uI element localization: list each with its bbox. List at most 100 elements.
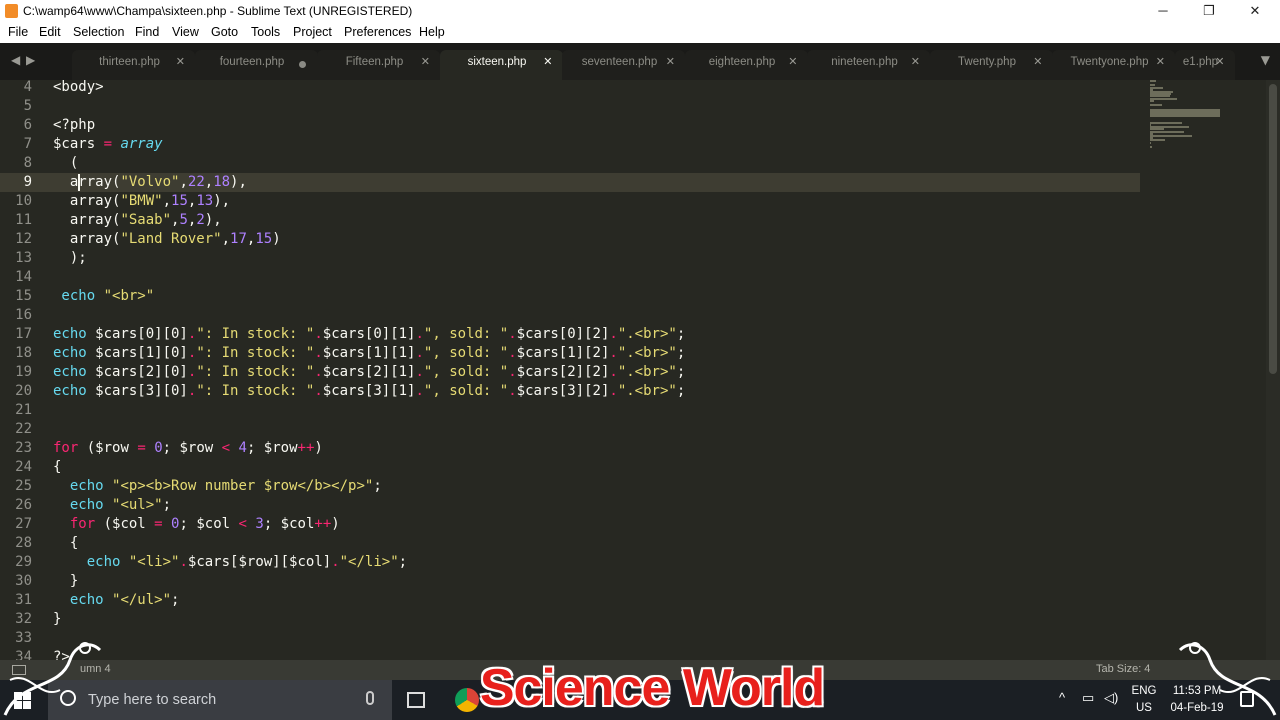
network-icon[interactable]: ▭	[1082, 690, 1094, 706]
line-number: 25	[15, 478, 32, 494]
code-line[interactable]: for ($col = 0; $col < 3; $col++)	[53, 515, 340, 534]
line-number: 8	[23, 155, 32, 171]
tab-twenty[interactable]: Twenty.php ✕	[929, 50, 1053, 80]
tab-close-icon[interactable]: ✕	[911, 55, 920, 68]
code-token: {	[53, 535, 79, 551]
tab-next-icon[interactable]: ▶	[26, 53, 35, 67]
code-line[interactable]: array("Volvo",22,18),	[53, 173, 247, 192]
volume-icon[interactable]: ◁)	[1104, 690, 1118, 706]
code-line[interactable]: echo $cars[0][0].": In stock: ".$cars[0]…	[53, 325, 685, 344]
code-line[interactable]: echo $cars[3][0].": In stock: ".$cars[3]…	[53, 382, 685, 401]
code-line[interactable]: echo "</ul>";	[53, 591, 180, 610]
minimap-line	[1150, 141, 1151, 144]
line-number: 29	[15, 554, 32, 570]
code-line[interactable]: }	[53, 572, 78, 591]
code-line[interactable]: <body>	[53, 80, 104, 97]
code-token: echo	[53, 383, 87, 399]
code-token: ;	[676, 383, 686, 399]
code-line[interactable]: echo "<li>".$cars[$row][$col]."</li>";	[53, 553, 407, 572]
menu-preferences[interactable]: Preferences	[344, 25, 411, 39]
scrollbar-thumb[interactable]	[1269, 84, 1277, 374]
line-number: 5	[23, 98, 32, 114]
tab-close-icon[interactable]: ✕	[788, 55, 797, 68]
code-token: )	[314, 440, 323, 456]
code-line[interactable]: (	[53, 154, 78, 173]
tab-bar: ◀ ▶ thirteen.php ✕ fourteen.php Fifteen.php…	[0, 43, 1280, 80]
menu-goto[interactable]: Goto	[211, 25, 238, 39]
code-line[interactable]: );	[53, 249, 87, 268]
code-line[interactable]: array("BMW",15,13),	[53, 192, 230, 211]
tab-close-icon[interactable]: ✕	[1156, 55, 1165, 68]
code-token: ".<br>"	[617, 364, 677, 380]
maximize-button[interactable]: ❐	[1199, 2, 1219, 20]
tab-close-icon[interactable]: ✕	[1033, 55, 1042, 68]
code-token: .	[331, 554, 340, 570]
code-token: .	[314, 326, 323, 342]
tab-close-icon[interactable]: ✕	[421, 55, 430, 68]
tab-fourteen[interactable]: fourteen.php	[194, 50, 318, 80]
code-line[interactable]: array("Land Rover",17,15)	[53, 230, 281, 249]
code-token: ),	[230, 174, 247, 190]
code-token: "BMW"	[120, 193, 163, 209]
code-line[interactable]: {	[53, 534, 78, 553]
tab-e1[interactable]: e1.php ✕	[1174, 50, 1235, 80]
language-indicator[interactable]: ENG US	[1130, 683, 1158, 717]
code-line[interactable]: for ($row = 0; $row < 4; $row++)	[53, 439, 323, 458]
tab-eighteen[interactable]: eighteen.php ✕	[684, 50, 808, 80]
minimize-button[interactable]: ─	[1153, 2, 1173, 20]
minimap[interactable]	[1146, 80, 1256, 200]
vertical-scrollbar[interactable]	[1266, 80, 1280, 660]
menu-project[interactable]: Project	[293, 25, 332, 39]
close-button[interactable]: ✕	[1245, 2, 1265, 20]
code-line[interactable]: echo "<br>"	[53, 287, 154, 306]
code-line[interactable]: echo $cars[2][0].": In stock: ".$cars[2]…	[53, 363, 685, 382]
code-line[interactable]: array("Saab",5,2),	[53, 211, 222, 230]
tab-fifteen[interactable]: Fifteen.php ✕	[317, 50, 440, 80]
microphone-icon[interactable]	[366, 691, 374, 705]
code-token: $cars[$row][$col]	[187, 554, 332, 570]
code-token: ", sold: "	[423, 383, 509, 399]
tab-prev-icon[interactable]: ◀	[11, 53, 20, 67]
tab-close-icon[interactable]: ✕	[666, 55, 675, 68]
code-token: ),	[213, 193, 231, 209]
menu-file[interactable]: File	[8, 25, 28, 39]
window-title-bar: C:\wamp64\www\Champa\sixteen.php - Subli…	[0, 0, 1280, 22]
tab-close-icon[interactable]: ✕	[176, 55, 185, 68]
menu-help[interactable]: Help	[419, 25, 445, 39]
menu-selection[interactable]: Selection	[73, 25, 124, 39]
code-line[interactable]: echo $cars[1][0].": In stock: ".$cars[1]…	[53, 344, 685, 363]
code-token: array(	[53, 212, 121, 228]
code-token: 15	[171, 193, 188, 209]
code-line[interactable]: $cars = array	[53, 135, 163, 154]
tab-thirteen[interactable]: thirteen.php ✕	[72, 50, 195, 80]
code-token: .	[609, 383, 618, 399]
tab-list-dropdown-icon[interactable]: ▼	[1261, 53, 1270, 67]
code-line[interactable]: echo "<ul>";	[53, 496, 171, 515]
tab-nineteen[interactable]: nineteen.php ✕	[807, 50, 930, 80]
code-editor[interactable]: 4 5 6 7 8 9 10 11 12 13 14 15 16 17 18 19 20 21 22 23 24 25 26…	[0, 80, 1280, 660]
code-token: "Volvo"	[120, 174, 180, 190]
tab-twentyone[interactable]: Twentyone.php ✕	[1052, 50, 1175, 80]
code-token: 0	[154, 440, 163, 456]
menu-tools[interactable]: Tools	[251, 25, 280, 39]
tray-overflow-icon[interactable]: ^	[1059, 690, 1065, 705]
code-token: ": In stock: "	[196, 383, 315, 399]
code-line[interactable]: {	[53, 458, 61, 477]
minimap-line	[1150, 99, 1154, 102]
menu-view[interactable]: View	[172, 25, 199, 39]
line-number: 20	[15, 383, 32, 399]
tab-close-icon[interactable]: ✕	[543, 55, 552, 68]
code-token: for	[53, 516, 96, 532]
code-token: .	[508, 383, 517, 399]
code-line[interactable]: <?php	[53, 116, 95, 135]
tab-size-indicator[interactable]: Tab Size: 4	[1096, 663, 1150, 675]
tab-close-icon[interactable]: ✕	[1215, 55, 1224, 68]
code-line[interactable]: echo "<p><b>Row number $row</b></p>";	[53, 477, 382, 496]
menu-find[interactable]: Find	[135, 25, 159, 39]
menu-edit[interactable]: Edit	[39, 25, 61, 39]
task-view-icon[interactable]	[407, 692, 425, 708]
tab-sixteen[interactable]: sixteen.php ✕	[439, 50, 563, 80]
line-number: 27	[15, 516, 32, 532]
unsaved-dot-icon[interactable]	[298, 61, 306, 68]
tab-seventeen[interactable]: seventeen.php ✕	[562, 50, 685, 80]
